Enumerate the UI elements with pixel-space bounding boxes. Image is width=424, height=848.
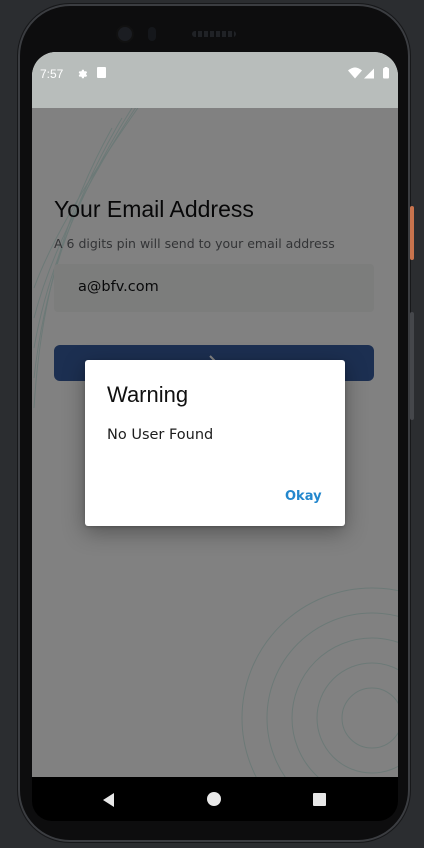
recents-icon[interactable] [313,793,326,806]
earpiece-speaker [192,31,236,37]
navigation-bar [32,777,398,821]
warning-dialog: Warning No User Found Okay [85,360,345,526]
gear-icon [78,69,88,79]
dialog-title: Warning [107,382,189,407]
volume-button[interactable] [410,312,414,420]
back-icon[interactable] [102,793,116,807]
status-time: 7:57 [40,67,64,81]
okay-button[interactable]: Okay [285,489,322,504]
signal-icon [364,68,374,79]
status-indicators [348,67,389,79]
power-button[interactable] [410,206,414,260]
camera-sensor [148,27,156,41]
home-icon[interactable] [207,792,221,806]
sd-card-icon [97,67,106,78]
wifi-icon [348,67,362,79]
battery-icon [383,67,389,79]
front-camera [118,27,132,41]
dialog-message: No User Found [107,427,214,443]
status-bar: 7:57 [32,52,398,108]
